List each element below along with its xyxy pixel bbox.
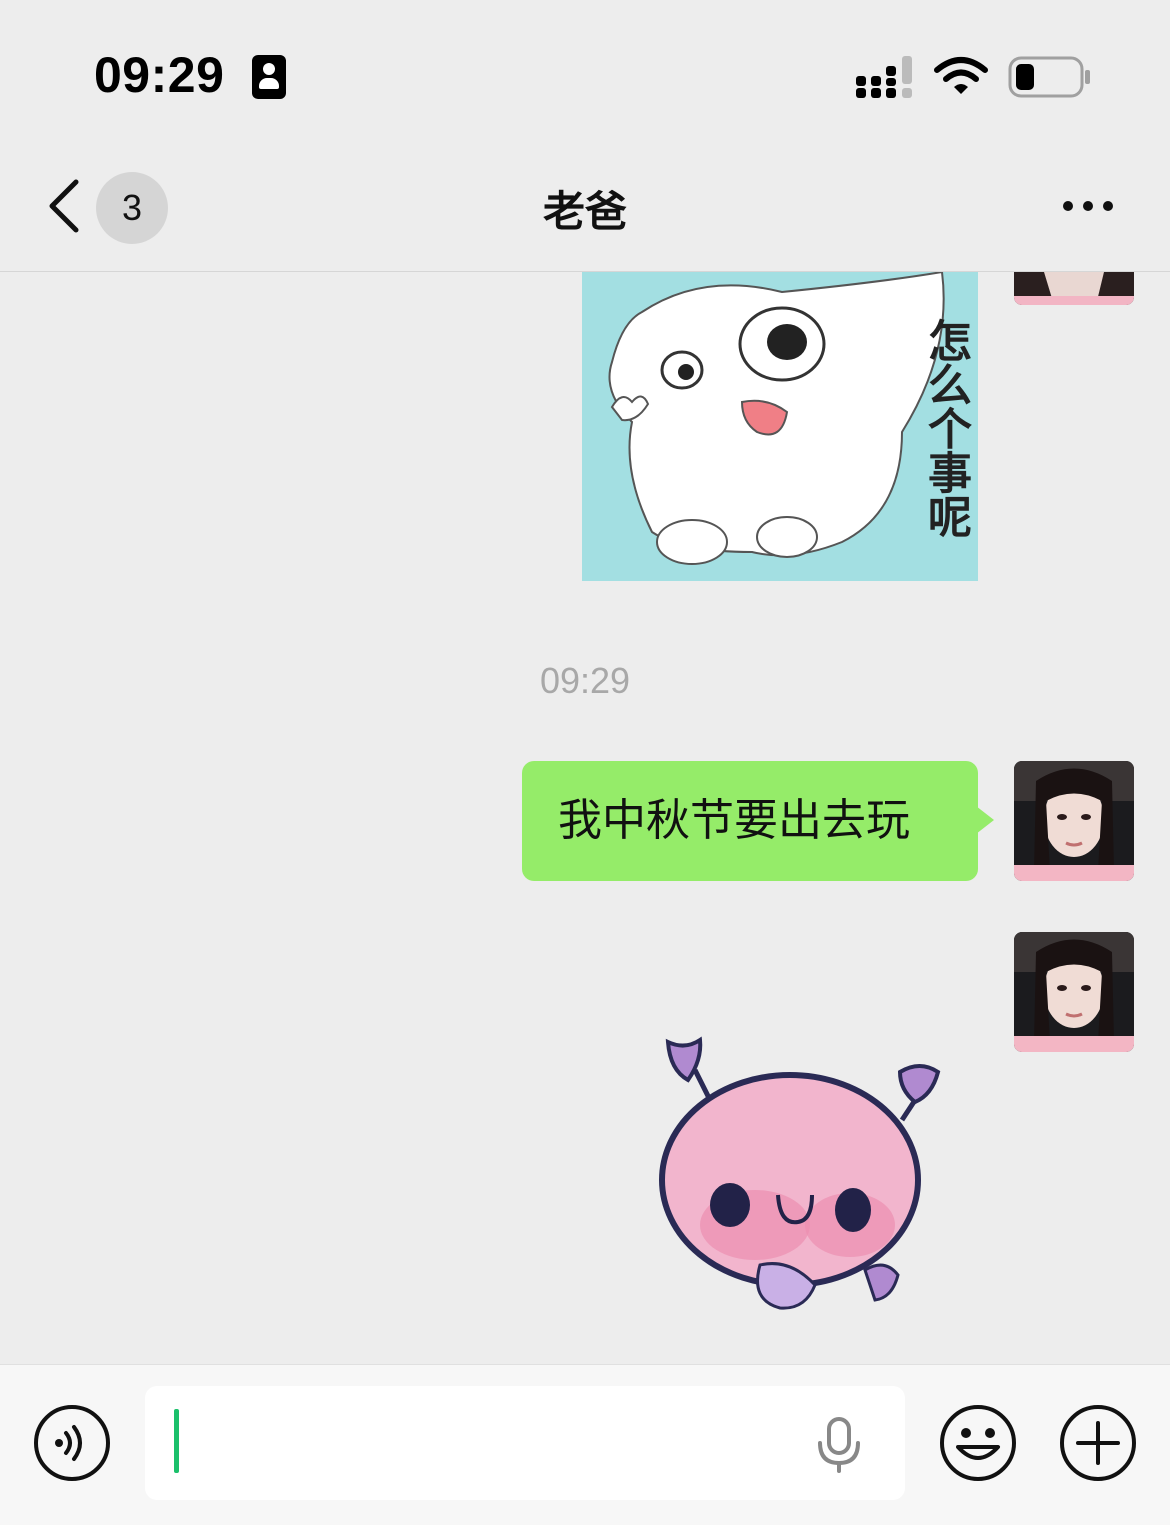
chat-title: 老爸: [542, 187, 627, 236]
sent-message-bubble[interactable]: 我中秋节要出去玩: [522, 761, 978, 881]
message-input-bar: [0, 1364, 1170, 1525]
sticker-image[interactable]: [640, 1030, 960, 1330]
user-avatar[interactable]: [1014, 272, 1134, 305]
status-bar: 09:29: [0, 0, 1170, 150]
contact-card-icon: [252, 55, 286, 99]
add-attachment-icon[interactable]: [1058, 1403, 1138, 1483]
microphone-icon[interactable]: [816, 1417, 862, 1473]
status-time: 09:29: [94, 47, 225, 103]
voice-mode-icon[interactable]: [32, 1403, 112, 1483]
chat-header: 3 老爸: [0, 150, 1170, 272]
message-timestamp: 09:29: [539, 660, 631, 701]
user-avatar[interactable]: [1014, 932, 1134, 1052]
sticker-caption: 怎么个事呢: [920, 318, 971, 538]
bubble-tail: [976, 806, 994, 834]
back-chevron-icon[interactable]: [44, 176, 84, 236]
emoji-icon[interactable]: [938, 1403, 1018, 1483]
cellular-signal-icon: [856, 56, 912, 98]
battery-icon: [1008, 56, 1090, 98]
unread-count-badge[interactable]: 3: [96, 172, 168, 244]
user-avatar[interactable]: [1014, 761, 1134, 881]
message-input[interactable]: [145, 1386, 905, 1500]
text-caret: [174, 1409, 179, 1473]
message-text: 我中秋节要出去玩: [558, 795, 910, 846]
wifi-icon: [934, 57, 988, 94]
more-options-icon[interactable]: [1060, 194, 1116, 218]
